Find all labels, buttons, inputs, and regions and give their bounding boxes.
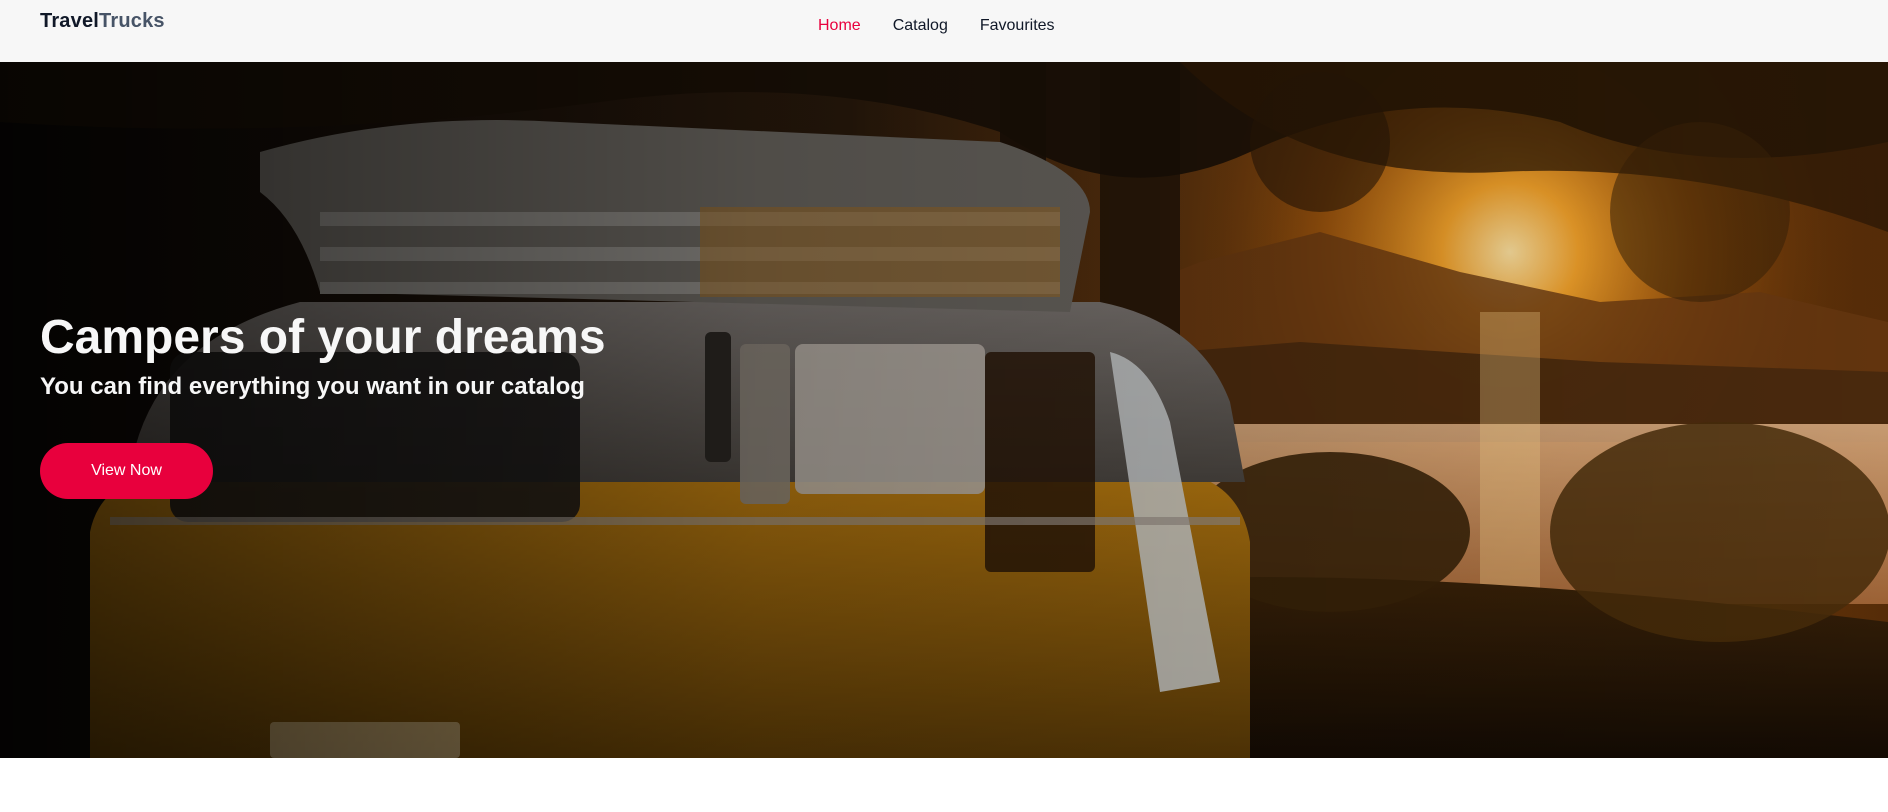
- nav-link-favourites[interactable]: Favourites: [980, 16, 1055, 36]
- view-now-button[interactable]: View Now: [40, 443, 213, 499]
- logo[interactable]: TravelTrucks: [40, 10, 165, 33]
- logo-part-trucks: Trucks: [99, 10, 165, 32]
- nav-link-home[interactable]: Home: [818, 16, 861, 36]
- nav-link-catalog[interactable]: Catalog: [893, 16, 948, 36]
- hero-title: Campers of your dreams: [40, 311, 606, 364]
- logo-part-travel: Travel: [40, 10, 100, 32]
- hero-background-image: [0, 62, 1888, 758]
- hero-subtitle: You can find everything you want in our …: [40, 373, 585, 400]
- hero-section: Campers of your dreams You can find ever…: [0, 62, 1888, 758]
- site-header: TravelTrucks Home Catalog Favourites: [0, 0, 1888, 62]
- main-nav: Home Catalog Favourites: [818, 16, 1055, 36]
